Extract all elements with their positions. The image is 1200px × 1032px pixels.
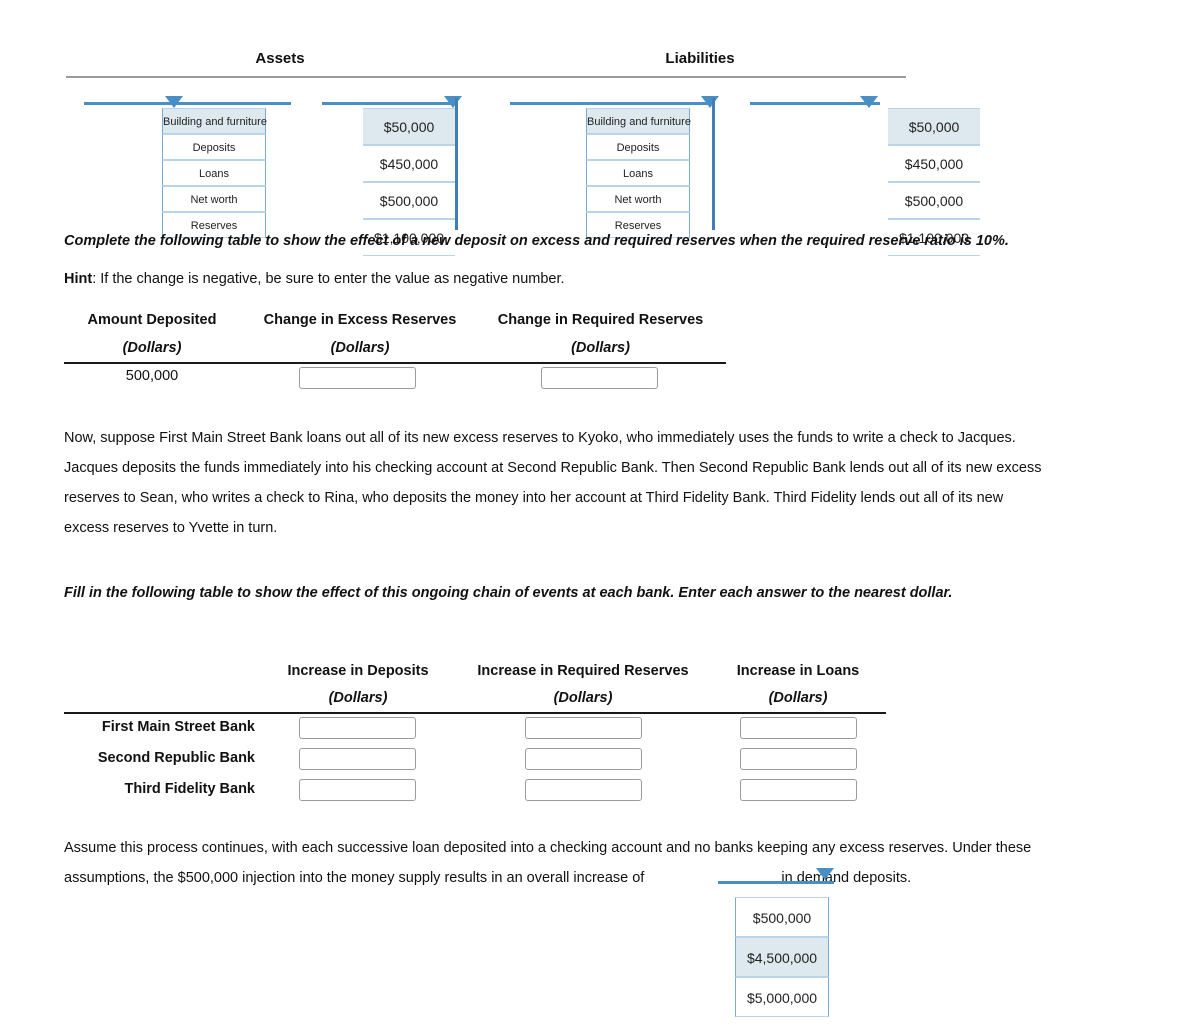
column-header-change-required: Change in Required Reserves [497,312,704,328]
input-change-required-reserves[interactable] [541,367,658,389]
balance-sheet-divider [66,76,906,78]
list-item[interactable]: $500,000 [363,182,455,219]
dropdown-option-list[interactable]: Building and furniture Deposits Loans Ne… [162,108,267,238]
hint-label: Hint [64,271,93,287]
list-item[interactable]: Deposits [586,134,690,160]
hint-text: : If the change is negative, be sure to … [92,271,565,287]
narrative-line-2: Jacques deposits the funds immediately i… [64,460,1042,476]
dropdown-underline [322,102,452,105]
dropdown-underline [510,102,715,105]
row-label-third-fidelity-bank: Third Fidelity Bank [124,781,255,797]
cell-amount-deposited: 500,000 [125,368,179,384]
input-deposits-first-main[interactable] [299,717,416,739]
assets-header: Assets [255,50,305,67]
input-deposits-second-republic[interactable] [299,748,416,770]
assets-account-dropdown[interactable]: Building and furniture Deposits Loans Ne… [84,88,294,238]
subheader-dollars-3: (Dollars) [768,690,828,706]
input-loans-third-fidelity[interactable] [740,779,857,801]
hint-line: Hint: If the change is negative, be sure… [64,264,964,294]
input-loans-first-main[interactable] [740,717,857,739]
list-item[interactable]: $500,000 [735,897,829,937]
column-header-change-excess: Change in Excess Reserves [263,312,457,328]
dropdown-option-list[interactable]: Building and furniture Deposits Loans Ne… [586,108,691,238]
chevron-down-icon[interactable] [444,96,462,108]
list-item[interactable]: $500,000 [888,182,980,219]
balance-sheet-region: Assets Liabilities Building and furnitur… [0,0,1200,256]
subheader-dollars-2: (Dollars) [330,340,390,356]
input-required-reserves-third-fidelity[interactable] [525,779,642,801]
complete-table-instruction: Complete the following table to show the… [64,233,1009,249]
dropdown-stem [712,98,715,230]
list-item[interactable]: Loans [162,160,266,186]
list-item[interactable]: Net worth [162,186,266,212]
conclusion-line-2: assumptions, the $500,000 injection into… [64,863,1154,893]
narrative-line-3: reserves to Sean, who writes a check to … [64,490,1004,506]
dropdown-underline [84,102,291,105]
list-item[interactable]: $5,000,000 [735,977,829,1017]
column-header-increase-deposits: Increase in Deposits [287,663,429,679]
input-required-reserves-first-main[interactable] [525,717,642,739]
chevron-down-icon[interactable] [165,96,183,108]
conclusion-text-before: assumptions, the $500,000 injection into… [64,870,645,886]
list-item[interactable]: $50,000 [363,108,455,145]
overall-increase-option-list[interactable]: $500,000 $4,500,000 $5,000,000 [735,897,829,1017]
row-label-first-main-street-bank: First Main Street Bank [101,719,255,735]
list-item[interactable]: $4,500,000 [735,937,829,977]
column-header-amount-deposited: Amount Deposited [87,312,217,328]
narrative-line-1: Now, suppose First Main Street Bank loan… [64,430,1016,446]
conclusion-line-1: Assume this process continues, with each… [64,840,1032,856]
column-header-increase-loans: Increase in Loans [736,663,860,679]
column-header-increase-required-reserves: Increase in Required Reserves [477,663,689,679]
assets-amount-dropdown[interactable]: $50,000 $450,000 $500,000 $1,100,000 [322,88,472,256]
dropdown-stem [455,98,458,230]
liabilities-amount-dropdown[interactable]: $50,000 $450,000 $500,000 $1,100,000 [750,88,990,256]
input-loans-second-republic[interactable] [740,748,857,770]
list-item[interactable]: $450,000 [363,145,455,182]
list-item[interactable]: $450,000 [888,145,980,182]
input-required-reserves-second-republic[interactable] [525,748,642,770]
fill-in-instruction: Fill in the following table to show the … [64,585,953,601]
chevron-down-icon[interactable] [816,868,834,880]
liabilities-header: Liabilities [665,50,735,67]
list-item[interactable]: Building and furniture [586,108,691,134]
subheader-dollars-3: (Dollars) [571,340,630,356]
list-item[interactable]: Deposits [162,134,266,160]
list-item[interactable]: Net worth [586,186,690,212]
input-change-excess-reserves[interactable] [299,367,416,389]
subheader-dollars-1: (Dollars) [328,690,388,706]
subheader-dollars-2: (Dollars) [553,690,613,706]
overall-increase-dropdown-underline[interactable] [718,881,834,884]
narrative-line-4: excess reserves to Yvette in turn. [64,520,278,536]
list-item[interactable]: Building and furniture [162,108,267,134]
subheader-dollars-1: (Dollars) [122,340,182,356]
chevron-down-icon[interactable] [701,96,719,108]
liabilities-account-dropdown[interactable]: Building and furniture Deposits Loans Ne… [510,88,720,238]
table-header-rule [64,712,886,714]
list-item[interactable]: $50,000 [888,108,980,145]
row-label-second-republic-bank: Second Republic Bank [97,750,255,766]
list-item[interactable]: Loans [586,160,690,186]
chevron-down-icon[interactable] [860,96,878,108]
table-header-rule [64,362,726,364]
input-deposits-third-fidelity[interactable] [299,779,416,801]
